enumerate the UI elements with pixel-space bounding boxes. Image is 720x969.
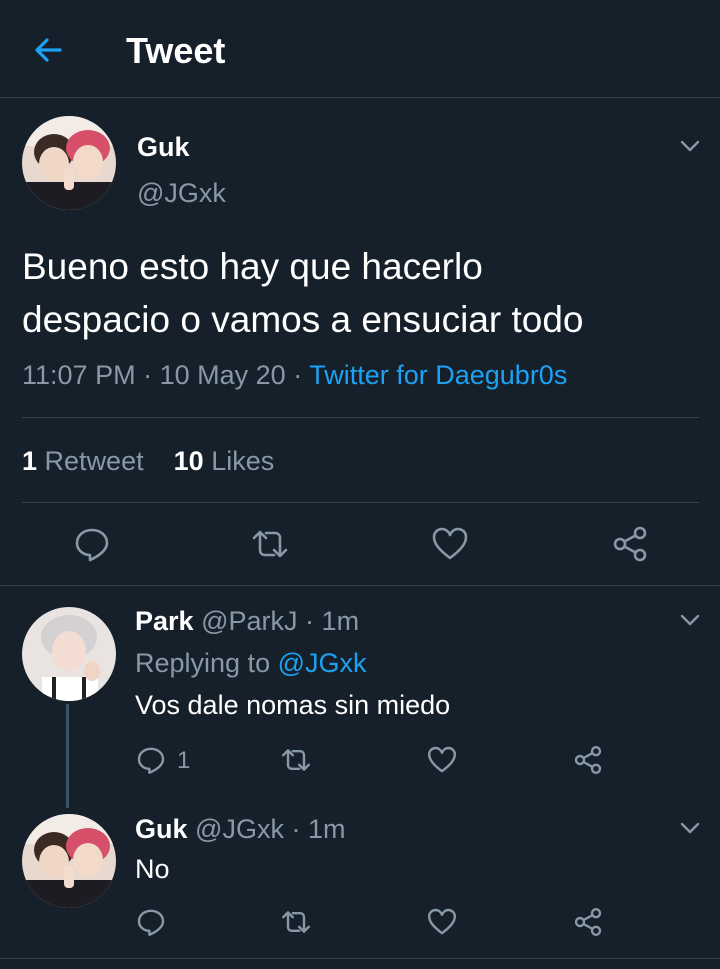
tweet-text-line: Bueno esto hay que hacerlo xyxy=(22,246,483,287)
chevron-down-icon xyxy=(680,822,700,834)
reply-button[interactable] xyxy=(72,524,112,564)
like-button[interactable] xyxy=(426,906,458,938)
author-handle[interactable]: @JGxk xyxy=(137,178,226,209)
like-icon xyxy=(428,746,456,773)
meta-separator: · xyxy=(143,360,153,390)
likes-stat[interactable]: 10 Likes xyxy=(174,446,275,476)
reply-icon xyxy=(75,528,109,562)
top-bar: Tweet xyxy=(0,0,720,98)
meta-separator: · xyxy=(291,814,301,844)
tweet-date[interactable]: 10 May 20 xyxy=(160,360,286,390)
tweet-menu-button[interactable] xyxy=(676,814,704,842)
retweet-label: Retweet xyxy=(44,446,144,476)
retweet-count: 1 xyxy=(22,446,38,476)
author-name[interactable]: Guk xyxy=(137,132,190,163)
tweet-text-line: despacio o vamos a ensuciar todo xyxy=(22,299,584,340)
divider xyxy=(0,958,720,959)
share-icon xyxy=(574,908,602,936)
retweet-button[interactable] xyxy=(280,744,312,776)
tweet-menu-button[interactable] xyxy=(676,606,704,634)
reply-time: 1m xyxy=(307,814,346,844)
divider xyxy=(0,585,720,586)
share-button[interactable] xyxy=(572,906,604,938)
like-icon xyxy=(428,908,456,935)
retweet-icon xyxy=(282,749,310,771)
tweet-meta: 11:07 PM · 10 May 20 · Twitter for Daegu… xyxy=(22,360,567,391)
retweets-stat[interactable]: 1 Retweet xyxy=(22,446,144,476)
divider xyxy=(22,502,699,503)
tweet-menu-button[interactable] xyxy=(676,132,704,160)
share-icon xyxy=(613,526,647,562)
retweet-icon xyxy=(252,530,288,558)
like-icon xyxy=(432,527,468,560)
retweet-button[interactable] xyxy=(250,524,290,564)
reply-text: No xyxy=(135,854,170,884)
avatar[interactable] xyxy=(22,607,116,701)
like-button[interactable] xyxy=(430,524,470,564)
replying-to-label: Replying to xyxy=(135,648,271,678)
tweet-client-link[interactable]: Twitter for Daegubr0s xyxy=(309,360,567,390)
retweet-icon xyxy=(282,911,310,933)
reply-time: 1m xyxy=(321,606,360,636)
reply-count: 1 xyxy=(177,747,191,774)
tweet-stats: 1 Retweet 10 Likes xyxy=(22,446,274,477)
avatar[interactable] xyxy=(22,814,116,908)
reply-button[interactable] xyxy=(135,744,167,776)
author-name[interactable]: Guk xyxy=(135,814,188,844)
arrow-left-icon xyxy=(35,38,62,62)
thread-line xyxy=(66,704,69,808)
reply-header: Park @ParkJ · 1m xyxy=(135,606,359,637)
replying-to-link[interactable]: @JGxk xyxy=(278,648,367,678)
reply-button[interactable] xyxy=(135,906,167,938)
reply-icon xyxy=(137,747,165,774)
like-count: 10 xyxy=(173,446,204,476)
author-name[interactable]: Park xyxy=(135,606,194,636)
page-title: Tweet xyxy=(126,30,226,71)
replying-to: Replying to @JGxk xyxy=(135,648,367,679)
back-button[interactable] xyxy=(30,32,66,68)
author-handle[interactable]: @JGxk xyxy=(195,814,284,844)
like-label: Likes xyxy=(211,446,275,476)
share-button[interactable] xyxy=(572,744,604,776)
tweet-time[interactable]: 11:07 PM xyxy=(22,360,136,390)
author-handle[interactable]: @ParkJ xyxy=(201,606,297,636)
avatar[interactable] xyxy=(22,116,116,210)
meta-separator: · xyxy=(305,606,315,636)
reply-icon xyxy=(137,909,165,936)
share-icon xyxy=(574,746,602,774)
reply-header: Guk @JGxk · 1m xyxy=(135,814,346,845)
meta-separator: · xyxy=(293,360,303,390)
chevron-down-icon xyxy=(680,614,700,626)
share-button[interactable] xyxy=(610,524,650,564)
chevron-down-icon xyxy=(680,140,700,152)
retweet-button[interactable] xyxy=(280,906,312,938)
divider xyxy=(22,417,699,418)
tweet-text: Bueno esto hay que hacerlo despacio o va… xyxy=(22,240,702,346)
reply-text: Vos dale nomas sin miedo xyxy=(135,690,451,720)
like-button[interactable] xyxy=(426,744,458,776)
